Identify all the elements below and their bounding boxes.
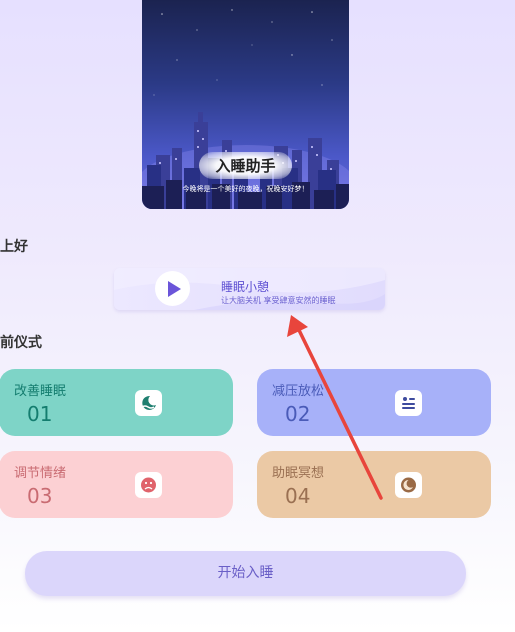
- ritual-card-label: 改善睡眠: [14, 384, 67, 399]
- hero-banner: 入睡助手 今晚将是一个美好的夜晚，祝晚安好梦！: [142, 0, 349, 209]
- sad-face-icon: [135, 472, 162, 498]
- ritual-card-number: 02: [285, 402, 311, 426]
- start-sleep-button[interactable]: 开始入睡: [25, 551, 466, 596]
- greeting-section-label: 上好: [0, 239, 28, 255]
- meditation-icon: [395, 472, 422, 498]
- ritual-card-mood[interactable]: 调节情绪 03: [0, 451, 233, 518]
- ritual-card-label: 减压放松: [272, 384, 325, 399]
- ritual-card-improve-sleep[interactable]: 改善睡眠 01: [0, 369, 233, 436]
- nap-title: 睡眠小憩: [221, 280, 270, 294]
- ritual-card-number: 01: [27, 402, 53, 426]
- ritual-card-relax[interactable]: 减压放松 02: [257, 369, 491, 436]
- ritual-section-label: 前仪式: [0, 335, 42, 351]
- ritual-card-meditation[interactable]: 助眠冥想 04: [257, 451, 491, 518]
- nap-card[interactable]: 睡眠小憩 让大脑关机 享受肆意安然的睡眠: [114, 268, 385, 310]
- hero-title: 入睡助手: [142, 152, 349, 179]
- ritual-card-label: 助眠冥想: [272, 466, 325, 481]
- play-button[interactable]: [155, 271, 190, 306]
- ritual-card-label: 调节情绪: [14, 466, 67, 481]
- moon-wave-icon: [135, 390, 162, 416]
- ritual-card-number: 03: [27, 484, 53, 508]
- play-icon: [168, 281, 181, 297]
- ritual-card-number: 04: [285, 484, 311, 508]
- nap-subtitle: 让大脑关机 享受肆意安然的睡眠: [221, 296, 336, 305]
- hero-subtitle: 今晚将是一个美好的夜晚，祝晚安好梦！: [182, 185, 309, 193]
- relax-face-icon: [395, 390, 422, 416]
